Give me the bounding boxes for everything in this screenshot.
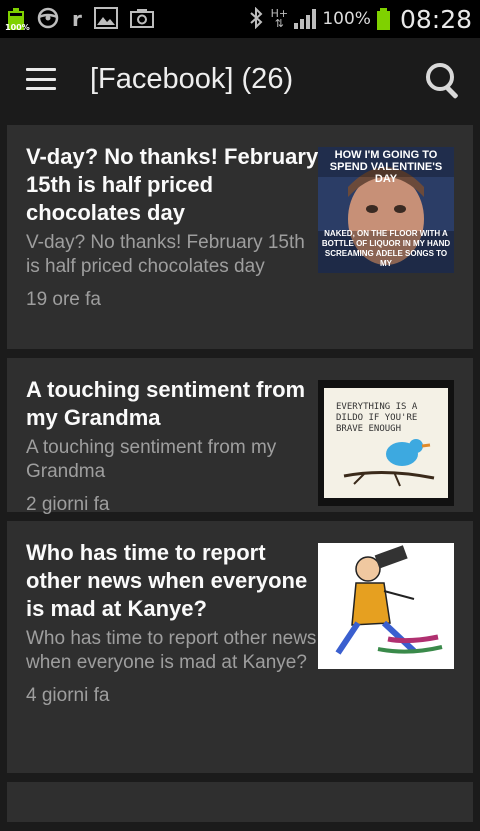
card-title: V-day? No thanks! February 15th is half …: [26, 144, 319, 225]
app-title: [Facebook] (26): [90, 62, 294, 95]
battery-percent: 100%: [322, 9, 371, 29]
reader-app-icon: r: [72, 7, 82, 31]
menu-icon[interactable]: [26, 68, 56, 90]
feed-card[interactable]: V-day? No thanks! February 15th is half …: [7, 125, 473, 349]
card-description: A touching sentiment from my Grandma: [26, 437, 277, 482]
feed-card-partial[interactable]: [7, 782, 473, 822]
feed-card[interactable]: A touching sentiment from my Grandma A t…: [7, 358, 473, 515]
status-bar: 100% r H+ ⇅ 100% 08:28: [0, 0, 480, 38]
battery-small-icon: 100%: [5, 8, 30, 32]
status-bar-left: 100% r: [5, 6, 248, 33]
feed-list: V-day? No thanks! February 15th is half …: [7, 125, 473, 831]
card-time: 2 giorni fa: [26, 494, 110, 515]
card-title: A touching sentiment from my Grandma: [26, 377, 306, 430]
camera-icon: [129, 8, 154, 31]
app-bar: [Facebook] (26): [0, 38, 480, 120]
battery-icon: [376, 8, 390, 30]
thumbnail-caption-top: HOW I'M GOING TO SPEND VALENTINE'S DAY: [329, 149, 443, 185]
signal-strength-icon: [294, 9, 317, 29]
card-description: Who has time to report other news when e…: [26, 628, 317, 673]
battery-small-percent: 100%: [5, 23, 30, 32]
thumbnail-caption-bottom: NAKED, ON THE FLOOR WITH A BOTTLE OF LIQ…: [321, 229, 451, 268]
card-time: 19 ore fa: [26, 289, 101, 310]
feed-card[interactable]: Who has time to report other news when e…: [7, 521, 473, 773]
card-description: V-day? No thanks! February 15th is half …: [26, 232, 305, 277]
clock: 08:28: [399, 4, 472, 34]
image-icon: [93, 6, 118, 32]
card-time: 4 giorni fa: [26, 685, 110, 706]
card-thumbnail: HOW I'M GOING TO SPEND VALENTINE'S DAY N…: [318, 147, 454, 273]
card-title: Who has time to report other news when e…: [26, 540, 308, 621]
steering-wheel-icon: [36, 6, 60, 33]
network-type-icon: H+ ⇅: [270, 8, 289, 30]
data-arrows-icon: ⇅: [274, 17, 284, 30]
bluetooth-icon: [248, 6, 264, 32]
card-thumbnail: EVERYTHING IS A DILDO IF YOU'RE BRAVE EN…: [318, 380, 454, 506]
status-bar-right: H+ ⇅ 100% 08:28: [248, 5, 472, 34]
card-thumbnail: [318, 543, 454, 669]
search-icon[interactable]: [424, 61, 460, 100]
